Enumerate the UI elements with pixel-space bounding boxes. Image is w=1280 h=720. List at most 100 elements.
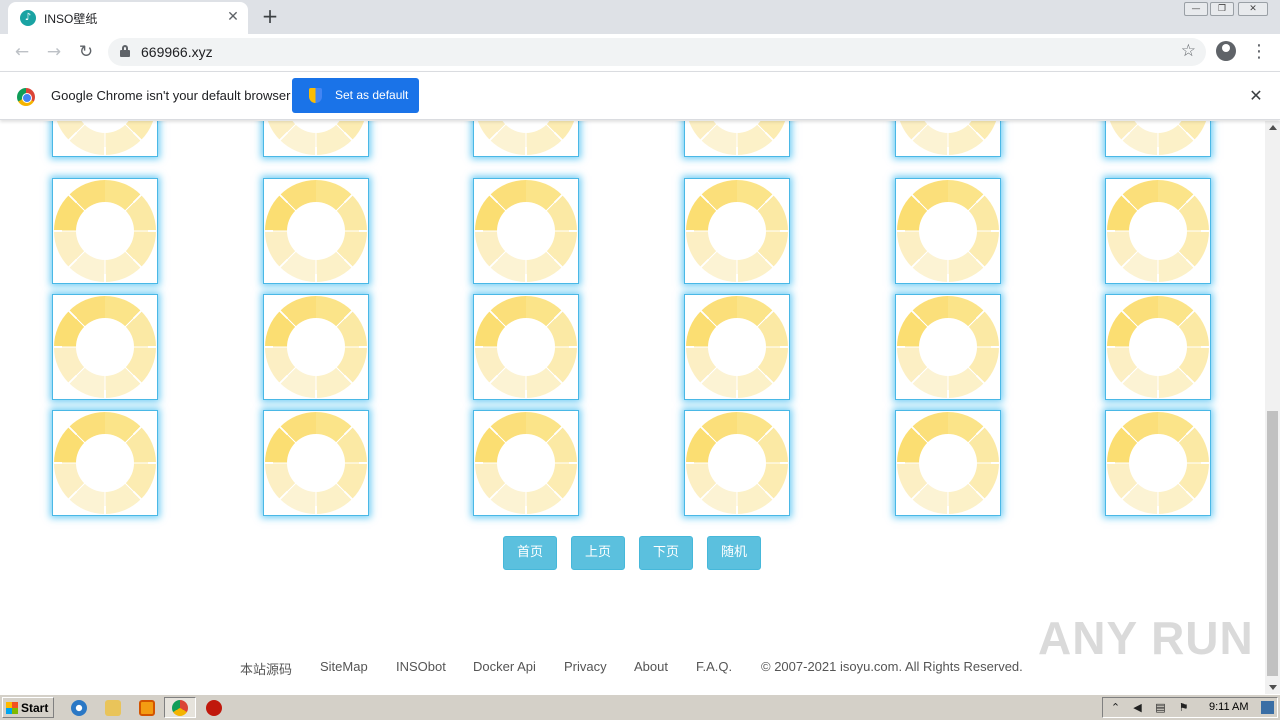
infobar-close-icon[interactable]: ✕ xyxy=(1246,86,1266,106)
inso-favicon-icon: ♪ xyxy=(20,10,36,26)
browser-toolbar: ← → ↻ 669966.xyz ☆ ⋮ xyxy=(0,34,1280,70)
footer-link-faq[interactable]: F.A.Q. xyxy=(696,659,732,674)
loading-spinner-icon xyxy=(1107,180,1209,282)
anyrun-watermark: ANY RUN xyxy=(1038,612,1254,664)
set-as-default-button[interactable]: Set as default xyxy=(292,78,419,113)
action-center-flag-icon[interactable]: ⚑ xyxy=(1177,701,1190,714)
stop-icon[interactable] xyxy=(206,700,222,716)
wallpaper-thumbnail[interactable] xyxy=(263,294,369,400)
random-page-button[interactable]: 随机 xyxy=(707,536,761,570)
forward-icon[interactable]: → xyxy=(42,40,66,64)
loading-spinner-icon xyxy=(265,180,367,282)
loading-spinner-icon xyxy=(1107,121,1209,155)
tray-expand-icon[interactable]: ⌃ xyxy=(1109,701,1122,714)
explorer-icon[interactable] xyxy=(105,700,121,716)
loading-spinner-icon xyxy=(54,296,156,398)
scroll-up-arrow-icon[interactable] xyxy=(1269,125,1277,130)
close-tab-icon[interactable]: ✕ xyxy=(224,8,242,26)
loading-spinner-icon xyxy=(475,296,577,398)
wallpaper-thumbnail[interactable] xyxy=(52,121,158,157)
wallpaper-thumbnail[interactable] xyxy=(52,294,158,400)
shield-icon xyxy=(309,88,322,103)
new-tab-button[interactable]: + xyxy=(258,6,282,28)
loading-spinner-icon xyxy=(897,296,999,398)
wallpaper-thumbnail[interactable] xyxy=(895,294,1001,400)
footer-link-docker-api[interactable]: Docker Api xyxy=(473,659,536,674)
show-desktop-icon[interactable] xyxy=(1261,701,1274,714)
wallpaper-thumbnail[interactable] xyxy=(895,178,1001,284)
wallpaper-thumbnail[interactable] xyxy=(52,178,158,284)
wallpaper-thumbnail[interactable] xyxy=(895,410,1001,516)
loading-spinner-icon xyxy=(1107,296,1209,398)
loading-spinner-icon xyxy=(475,412,577,514)
wallpaper-thumbnail[interactable] xyxy=(473,294,579,400)
wallpaper-thumbnail[interactable] xyxy=(684,294,790,400)
infobar-message: Google Chrome isn't your default browser xyxy=(51,88,291,103)
menu-dots-icon[interactable]: ⋮ xyxy=(1250,40,1268,64)
wallpaper-thumbnail[interactable] xyxy=(1105,410,1211,516)
browser-tab[interactable]: ♪ INSO壁纸 ✕ xyxy=(8,2,248,34)
footer-link-sitemap[interactable]: SiteMap xyxy=(320,659,368,674)
wallpaper-thumbnail[interactable] xyxy=(473,121,579,157)
wallpaper-thumbnail[interactable] xyxy=(52,410,158,516)
loading-spinner-icon xyxy=(686,412,788,514)
lock-icon xyxy=(120,45,130,57)
wallpaper-thumbnail[interactable] xyxy=(1105,178,1211,284)
loading-spinner-icon xyxy=(686,121,788,155)
chrome-logo-icon xyxy=(17,88,35,106)
window-close-icon[interactable]: ✕ xyxy=(1238,2,1268,16)
wallpaper-thumbnail[interactable] xyxy=(263,178,369,284)
footer-link-insobot[interactable]: INSObot xyxy=(396,659,446,674)
vertical-scrollbar[interactable] xyxy=(1265,121,1280,694)
wallpaper-thumbnail[interactable] xyxy=(895,121,1001,157)
system-tray: ⌃ ◀ ▤ ⚑ 9:11 AM xyxy=(1102,697,1278,718)
minimize-icon[interactable]: — xyxy=(1184,2,1208,16)
wallpaper-thumbnail[interactable] xyxy=(684,121,790,157)
footer-link-about[interactable]: About xyxy=(634,659,668,674)
loading-spinner-icon xyxy=(1107,412,1209,514)
url-text: 669966.xyz xyxy=(141,44,213,60)
scroll-down-arrow-icon[interactable] xyxy=(1269,685,1277,690)
footer-link-privacy[interactable]: Privacy xyxy=(564,659,607,674)
bookmark-star-icon[interactable]: ☆ xyxy=(1181,41,1196,61)
tab-title: INSO壁纸 xyxy=(44,12,98,26)
prev-page-button[interactable]: 上页 xyxy=(571,536,625,570)
ie-icon[interactable] xyxy=(71,700,87,716)
loading-spinner-icon xyxy=(897,412,999,514)
tab-strip: ♪ INSO壁纸 ✕ + — ❐ ✕ xyxy=(0,0,1280,34)
page-viewport: 首页 上页 下页 随机 本站源码 SiteMap INSObot Docker … xyxy=(0,121,1265,694)
footer-copyright: © 2007-2021 isoyu.com. All Rights Reserv… xyxy=(761,659,1023,674)
back-icon[interactable]: ← xyxy=(10,40,34,64)
first-page-button[interactable]: 首页 xyxy=(503,536,557,570)
wallpaper-thumbnail[interactable] xyxy=(263,410,369,516)
media-player-icon[interactable] xyxy=(139,700,155,716)
wallpaper-thumbnail[interactable] xyxy=(684,410,790,516)
loading-spinner-icon xyxy=(897,121,999,155)
wallpaper-thumbnail[interactable] xyxy=(263,121,369,157)
loading-spinner-icon xyxy=(265,121,367,155)
default-browser-infobar: Google Chrome isn't your default browser… xyxy=(0,71,1280,120)
clock: 9:11 AM xyxy=(1209,701,1249,713)
network-icon[interactable]: ▤ xyxy=(1154,701,1167,714)
wallpaper-thumbnail[interactable] xyxy=(473,178,579,284)
chrome-taskbar-button[interactable] xyxy=(164,697,196,718)
footer-link-source[interactable]: 本站源码 xyxy=(240,659,292,678)
reload-icon[interactable]: ↻ xyxy=(74,40,98,64)
restore-icon[interactable]: ❐ xyxy=(1210,2,1234,16)
wallpaper-thumbnail[interactable] xyxy=(1105,121,1211,157)
start-button[interactable]: Start xyxy=(2,697,54,718)
wallpaper-thumbnail[interactable] xyxy=(684,178,790,284)
address-bar[interactable]: 669966.xyz ☆ xyxy=(108,38,1206,66)
loading-spinner-icon xyxy=(897,180,999,282)
profile-avatar-icon[interactable] xyxy=(1216,41,1236,61)
wallpaper-thumbnail[interactable] xyxy=(1105,294,1211,400)
loading-spinner-icon xyxy=(265,412,367,514)
start-label: Start xyxy=(21,701,49,715)
wallpaper-thumbnail[interactable] xyxy=(473,410,579,516)
next-page-button[interactable]: 下页 xyxy=(639,536,693,570)
loading-spinner-icon xyxy=(54,121,156,155)
volume-icon[interactable]: ◀ xyxy=(1131,701,1144,714)
loading-spinner-icon xyxy=(54,412,156,514)
scroll-thumb[interactable] xyxy=(1267,411,1278,676)
windows-taskbar: Start ⌃ ◀ ▤ ⚑ 9:11 AM xyxy=(0,694,1280,720)
